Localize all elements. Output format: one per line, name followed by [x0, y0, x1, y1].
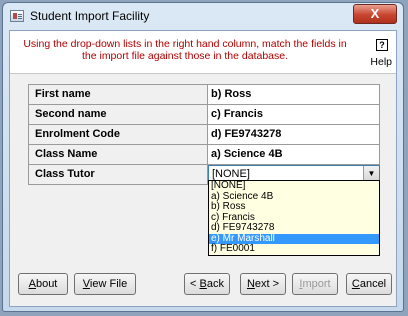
- mapping-row-first-name: First name b) Ross: [28, 85, 380, 105]
- dropdown-option[interactable]: d) FE9743278: [209, 222, 379, 234]
- mapping-row-class-name: Class Name a) Science 4B: [28, 145, 380, 165]
- mapped-value[interactable]: b) Ross: [208, 85, 380, 104]
- mapped-value[interactable]: d) FE9743278: [208, 125, 380, 144]
- field-label: Second name: [28, 105, 208, 124]
- mapped-value[interactable]: c) Francis: [208, 105, 380, 124]
- about-button[interactable]: About: [18, 273, 68, 295]
- chevron-down-icon[interactable]: ▼: [363, 166, 379, 181]
- import-button[interactable]: Import: [292, 273, 338, 295]
- back-button[interactable]: < Back: [184, 273, 230, 295]
- import-dialog-window: Student Import Facility X Using the drop…: [2, 2, 404, 312]
- mapped-value[interactable]: a) Science 4B: [208, 145, 380, 164]
- help-icon[interactable]: ?: [376, 39, 388, 51]
- title-bar[interactable]: Student Import Facility X: [3, 3, 403, 29]
- app-icon: [10, 10, 24, 22]
- field-label: Enrolment Code: [28, 125, 208, 144]
- field-label: Class Tutor: [28, 165, 208, 184]
- field-label: Class Name: [28, 145, 208, 164]
- instruction-header: Using the drop-down lists in the right h…: [10, 31, 396, 74]
- dialog-client-area: Using the drop-down lists in the right h…: [9, 30, 397, 307]
- dropdown-option[interactable]: b) Ross: [209, 201, 379, 213]
- select-value: [NONE]: [212, 168, 250, 180]
- next-button[interactable]: Next >: [240, 273, 286, 295]
- dropdown-option[interactable]: f) FE0001: [209, 243, 379, 255]
- help-label[interactable]: Help: [370, 56, 392, 68]
- window-title: Student Import Facility: [30, 9, 150, 23]
- field-mapping-grid: First name b) Ross Second name c) Franci…: [28, 84, 380, 185]
- instructions-text: Using the drop-down lists in the right h…: [23, 38, 347, 62]
- cancel-button[interactable]: Cancel: [346, 273, 392, 295]
- mapping-row-enrolment-code: Enrolment Code d) FE9743278: [28, 125, 380, 145]
- dropdown-option[interactable]: [NONE]: [209, 180, 379, 192]
- button-bar: About View File < Back Next > Import Can…: [10, 255, 396, 307]
- mapping-row-second-name: Second name c) Francis: [28, 105, 380, 125]
- close-button[interactable]: X: [353, 4, 397, 24]
- view-file-button[interactable]: View File: [74, 273, 136, 295]
- field-label: First name: [28, 85, 208, 104]
- class-tutor-dropdown-list: [NONE] a) Science 4B b) Ross c) Francis …: [208, 180, 380, 256]
